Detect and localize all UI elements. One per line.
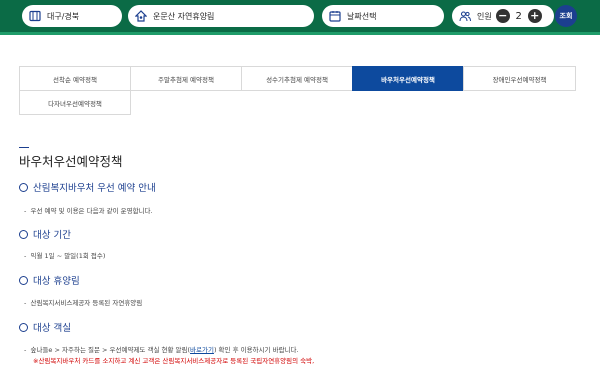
forest-select[interactable]: 운문산 자연휴양림: [128, 5, 314, 27]
search-button[interactable]: 조회: [555, 5, 577, 27]
people-icon: [459, 10, 471, 22]
section-heading-guide: 산림복지바우처 우선 예약 안내: [19, 180, 156, 194]
section-text-rooms: - 숲나들e > 자주하는 질문 > 우선예약제도 객실 현황 알림(바로가기)…: [24, 346, 299, 354]
tab-disabled[interactable]: 장애인우선예약정책: [463, 66, 576, 91]
section-heading-period: 대상 기간: [19, 227, 71, 241]
section-text-period: - 익월 1일 ~ 말일(1회 접수): [24, 252, 106, 260]
date-placeholder: 날짜선택: [347, 11, 377, 21]
circle-bullet-icon: [19, 229, 28, 239]
section-heading-rooms: 대상 객실: [19, 320, 71, 334]
section-heading-forest: 대상 휴양림: [19, 273, 80, 287]
calendar-icon: [329, 10, 341, 22]
tab-peak-lottery[interactable]: 성수기추첨제 예약정책: [241, 66, 353, 91]
people-count: 2: [515, 10, 522, 22]
tab-multi-child[interactable]: 다자녀우선예약정책: [19, 90, 131, 115]
circle-bullet-icon: [19, 322, 28, 332]
tab-voucher[interactable]: 바우처우선예약정책: [352, 66, 464, 91]
region-value: 대구/경북: [47, 11, 80, 21]
forest-icon: [135, 10, 147, 22]
title-accent: [19, 147, 29, 148]
tab-first-come[interactable]: 선착순 예약정책: [19, 66, 131, 91]
region-select[interactable]: 대구/경북: [22, 5, 122, 27]
section-text-guide: - 우선 예약 및 이용은 다음과 같이 운영합니다.: [24, 207, 153, 215]
plus-button[interactable]: +: [527, 9, 542, 23]
shortcut-link[interactable]: 바로가기: [190, 346, 214, 354]
tab-weekend-lottery[interactable]: 주말추첨제 예약정책: [130, 66, 242, 91]
date-select[interactable]: 날짜선택: [322, 5, 444, 27]
people-label: 인원: [477, 11, 492, 21]
voucher-notice: ※산림복지바우처 카드를 소지하고 계신 고객은 산림복지서비스제공자로 등록된…: [33, 357, 315, 365]
map-icon: [29, 10, 41, 22]
header-accent-line: [0, 32, 600, 35]
page-title: 바우처우선예약정책: [19, 154, 123, 169]
forest-value: 운문산 자연휴양림: [153, 11, 215, 21]
section-text-forest: - 산림복지서비스제공자 등록된 자연휴양림: [24, 299, 143, 307]
circle-bullet-icon: [19, 182, 28, 192]
circle-bullet-icon: [19, 275, 28, 285]
minus-button[interactable]: −: [495, 9, 510, 23]
people-selector: 인원 − 2 +: [452, 5, 554, 27]
